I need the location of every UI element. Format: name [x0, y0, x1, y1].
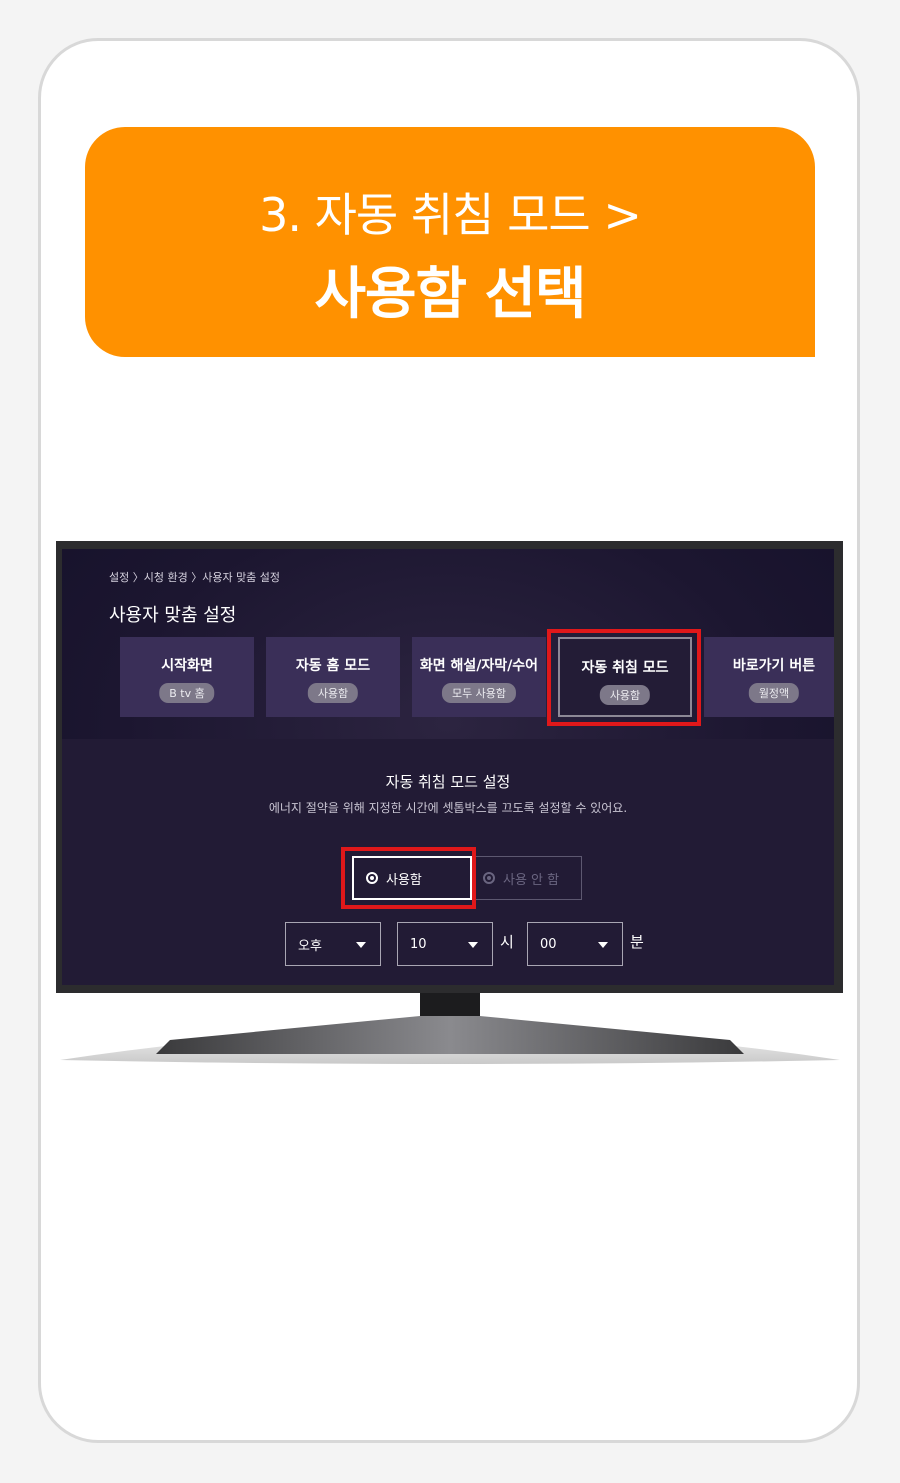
highlight-box-radio [341, 847, 476, 909]
banner-step-text: 3. 자동 취침 모드 > [259, 188, 642, 242]
menu-item-value: B tv 홈 [159, 683, 215, 703]
chevron-down-icon [468, 942, 478, 948]
breadcrumb: 설정 〉시청 환경 〉사용자 맞춤 설정 [109, 571, 281, 584]
menu-item-shortcut-button[interactable]: 바로가기 버튼 월정액 [704, 637, 834, 717]
menu-item-accessibility[interactable]: 화면 해설/자막/수어 모두 사용함 [412, 637, 546, 717]
banner-action-text: 사용함 선택 [314, 262, 586, 327]
section-description: 에너지 절약을 위해 지정한 시간에 셋톱박스를 끄도록 설정할 수 있어요. [268, 801, 628, 815]
chevron-down-icon [598, 942, 608, 948]
menu-item-label: 자동 홈 모드 [295, 658, 371, 674]
menu-item-start-screen[interactable]: 시작화면 B tv 홈 [120, 637, 254, 717]
highlight-box-menu [547, 629, 701, 726]
page-title: 사용자 맞춤 설정 [109, 605, 237, 626]
minute-select[interactable]: 00 [527, 922, 623, 966]
menu-item-auto-home[interactable]: 자동 홈 모드 사용함 [266, 637, 400, 717]
menu-item-label: 시작화면 [161, 658, 213, 674]
radio-not-use[interactable]: 사용 안 함 [474, 856, 582, 900]
radio-icon [483, 872, 495, 884]
menu-item-value: 사용함 [307, 683, 359, 703]
tv-frame: 설정 〉시청 환경 〉사용자 맞춤 설정 사용자 맞춤 설정 시작화면 B tv… [56, 541, 843, 993]
tv-screen: 설정 〉시청 환경 〉사용자 맞춤 설정 사용자 맞춤 설정 시작화면 B tv… [62, 549, 834, 985]
section-title: 자동 취침 모드 설정 [385, 773, 511, 791]
ampm-value: 오후 [298, 938, 322, 954]
hour-value: 10 [410, 936, 427, 952]
tv-stand-base [60, 1016, 840, 1064]
hour-unit: 시 [500, 933, 514, 951]
menu-item-label: 화면 해설/자막/수어 [419, 658, 539, 674]
menu-item-label: 바로가기 버튼 [732, 658, 816, 674]
ampm-select[interactable]: 오후 [285, 922, 381, 966]
minute-value: 00 [540, 936, 557, 952]
radio-not-use-label: 사용 안 함 [503, 872, 560, 888]
minute-unit: 분 [630, 933, 644, 951]
settings-menu: 시작화면 B tv 홈 자동 홈 모드 사용함 화면 해설/자막/수어 모두 사… [120, 637, 834, 717]
menu-item-value: 월정액 [748, 683, 800, 703]
instruction-banner: 3. 자동 취침 모드 > 사용함 선택 [85, 127, 815, 357]
hour-select[interactable]: 10 [397, 922, 493, 966]
chevron-down-icon [356, 942, 366, 948]
menu-item-value: 모두 사용함 [441, 683, 517, 703]
